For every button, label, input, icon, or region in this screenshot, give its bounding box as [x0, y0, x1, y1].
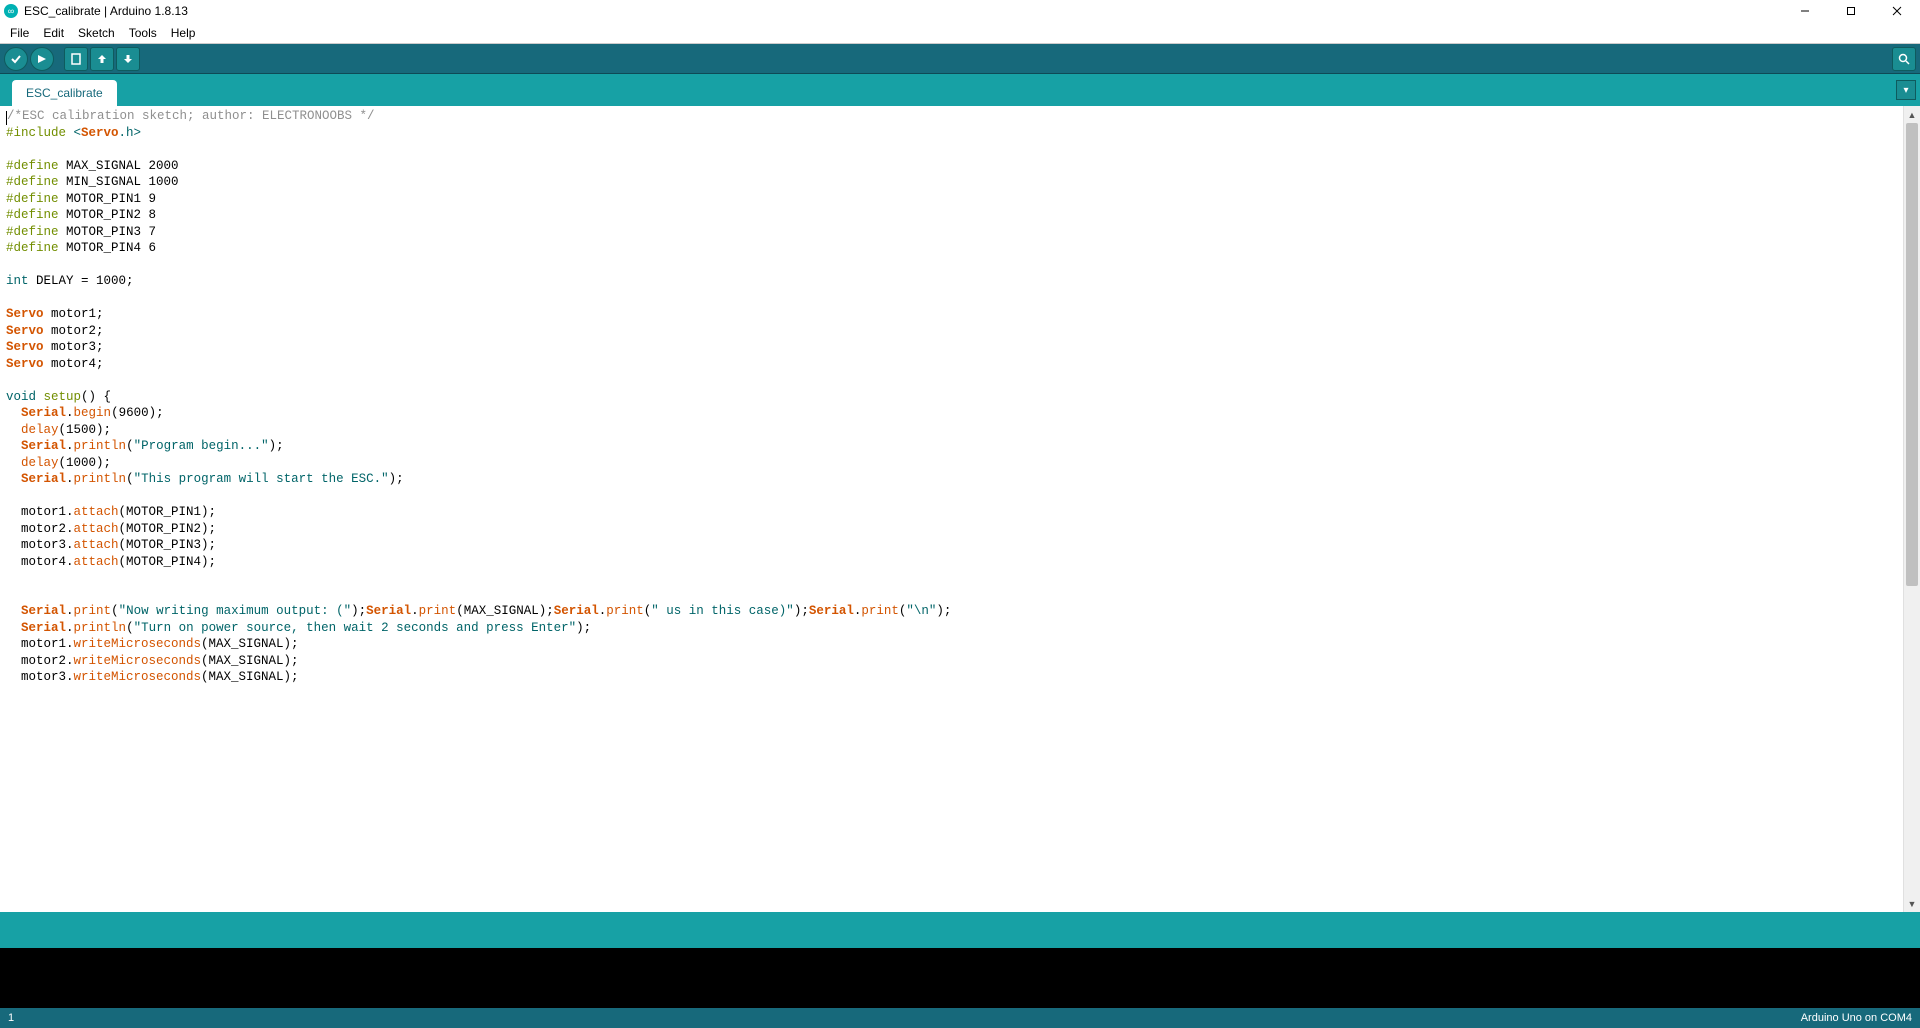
- menu-file[interactable]: File: [4, 24, 35, 42]
- code-line: [6, 372, 1897, 389]
- close-button[interactable]: [1874, 0, 1920, 22]
- code-line: [6, 290, 1897, 307]
- sketch-tab[interactable]: ESC_calibrate: [12, 80, 117, 106]
- footer-bar: 1 Arduino Uno on COM4: [0, 1008, 1920, 1028]
- code-line: #define MOTOR_PIN2 8: [6, 207, 1897, 224]
- code-line: motor2.writeMicroseconds(MAX_SIGNAL);: [6, 653, 1897, 670]
- verify-button[interactable]: [4, 47, 28, 71]
- new-sketch-button[interactable]: [64, 47, 88, 71]
- code-line: [6, 587, 1897, 604]
- code-line: int DELAY = 1000;: [6, 273, 1897, 290]
- menu-bar: File Edit Sketch Tools Help: [0, 22, 1920, 44]
- code-line: motor3.writeMicroseconds(MAX_SIGNAL);: [6, 669, 1897, 686]
- board-port-label: Arduino Uno on COM4: [1801, 1012, 1912, 1024]
- code-line: Serial.println("Program begin...");: [6, 438, 1897, 455]
- code-line: Servo motor1;: [6, 306, 1897, 323]
- code-line: [6, 488, 1897, 505]
- code-line: Serial.begin(9600);: [6, 405, 1897, 422]
- code-line: #define MAX_SIGNAL 2000: [6, 158, 1897, 175]
- menu-help[interactable]: Help: [165, 24, 202, 42]
- code-line: #define MIN_SIGNAL 1000: [6, 174, 1897, 191]
- code-line: #define MOTOR_PIN4 6: [6, 240, 1897, 257]
- code-line: /*ESC calibration sketch; author: ELECTR…: [6, 108, 1897, 125]
- code-line: motor3.attach(MOTOR_PIN3);: [6, 537, 1897, 554]
- code-line: motor2.attach(MOTOR_PIN2);: [6, 521, 1897, 538]
- menu-sketch[interactable]: Sketch: [72, 24, 121, 42]
- code-line: #define MOTOR_PIN1 9: [6, 191, 1897, 208]
- scrollbar-thumb[interactable]: [1906, 123, 1918, 586]
- upload-button[interactable]: [30, 47, 54, 71]
- sketch-tab-label: ESC_calibrate: [26, 86, 103, 100]
- code-line: #include <Servo.h>: [6, 125, 1897, 142]
- code-line: Servo motor2;: [6, 323, 1897, 340]
- text-caret: [6, 111, 7, 125]
- code-editor[interactable]: /*ESC calibration sketch; author: ELECTR…: [0, 106, 1903, 912]
- status-strip: [0, 912, 1920, 948]
- code-line: Serial.println("Turn on power source, th…: [6, 620, 1897, 637]
- maximize-button[interactable]: [1828, 0, 1874, 22]
- code-line: delay(1000);: [6, 455, 1897, 472]
- code-line: [6, 570, 1897, 587]
- window-title: ESC_calibrate | Arduino 1.8.13: [24, 4, 188, 18]
- minimize-button[interactable]: [1782, 0, 1828, 22]
- code-line: Serial.print("Now writing maximum output…: [6, 603, 1897, 620]
- tab-bar: ESC_calibrate ▾: [0, 74, 1920, 106]
- scrollbar-track[interactable]: [1904, 123, 1920, 895]
- window-titlebar: ESC_calibrate | Arduino 1.8.13: [0, 0, 1920, 22]
- open-sketch-button[interactable]: [90, 47, 114, 71]
- editor-area: /*ESC calibration sketch; author: ELECTR…: [0, 106, 1920, 912]
- save-sketch-button[interactable]: [116, 47, 140, 71]
- code-line: void setup() {: [6, 389, 1897, 406]
- arduino-app-icon: [4, 4, 18, 18]
- scroll-up-arrow-icon[interactable]: ▲: [1904, 106, 1920, 123]
- code-line: delay(1500);: [6, 422, 1897, 439]
- code-line: Servo motor3;: [6, 339, 1897, 356]
- scroll-down-arrow-icon[interactable]: ▼: [1904, 895, 1920, 912]
- cursor-line-number: 1: [8, 1012, 14, 1024]
- code-line: motor4.attach(MOTOR_PIN4);: [6, 554, 1897, 571]
- window-controls: [1782, 0, 1920, 22]
- code-line: motor1.attach(MOTOR_PIN1);: [6, 504, 1897, 521]
- code-line: [6, 141, 1897, 158]
- toolbar: [0, 44, 1920, 74]
- code-line: Serial.println("This program will start …: [6, 471, 1897, 488]
- code-line: [6, 257, 1897, 274]
- tab-menu-button[interactable]: ▾: [1896, 80, 1916, 100]
- menu-tools[interactable]: Tools: [123, 24, 163, 42]
- serial-monitor-button[interactable]: [1892, 47, 1916, 71]
- menu-edit[interactable]: Edit: [37, 24, 70, 42]
- code-line: motor1.writeMicroseconds(MAX_SIGNAL);: [6, 636, 1897, 653]
- chevron-down-icon: ▾: [1903, 85, 1908, 96]
- code-line: Servo motor4;: [6, 356, 1897, 373]
- code-line: #define MOTOR_PIN3 7: [6, 224, 1897, 241]
- vertical-scrollbar[interactable]: ▲ ▼: [1903, 106, 1920, 912]
- console-output[interactable]: [0, 948, 1920, 1008]
